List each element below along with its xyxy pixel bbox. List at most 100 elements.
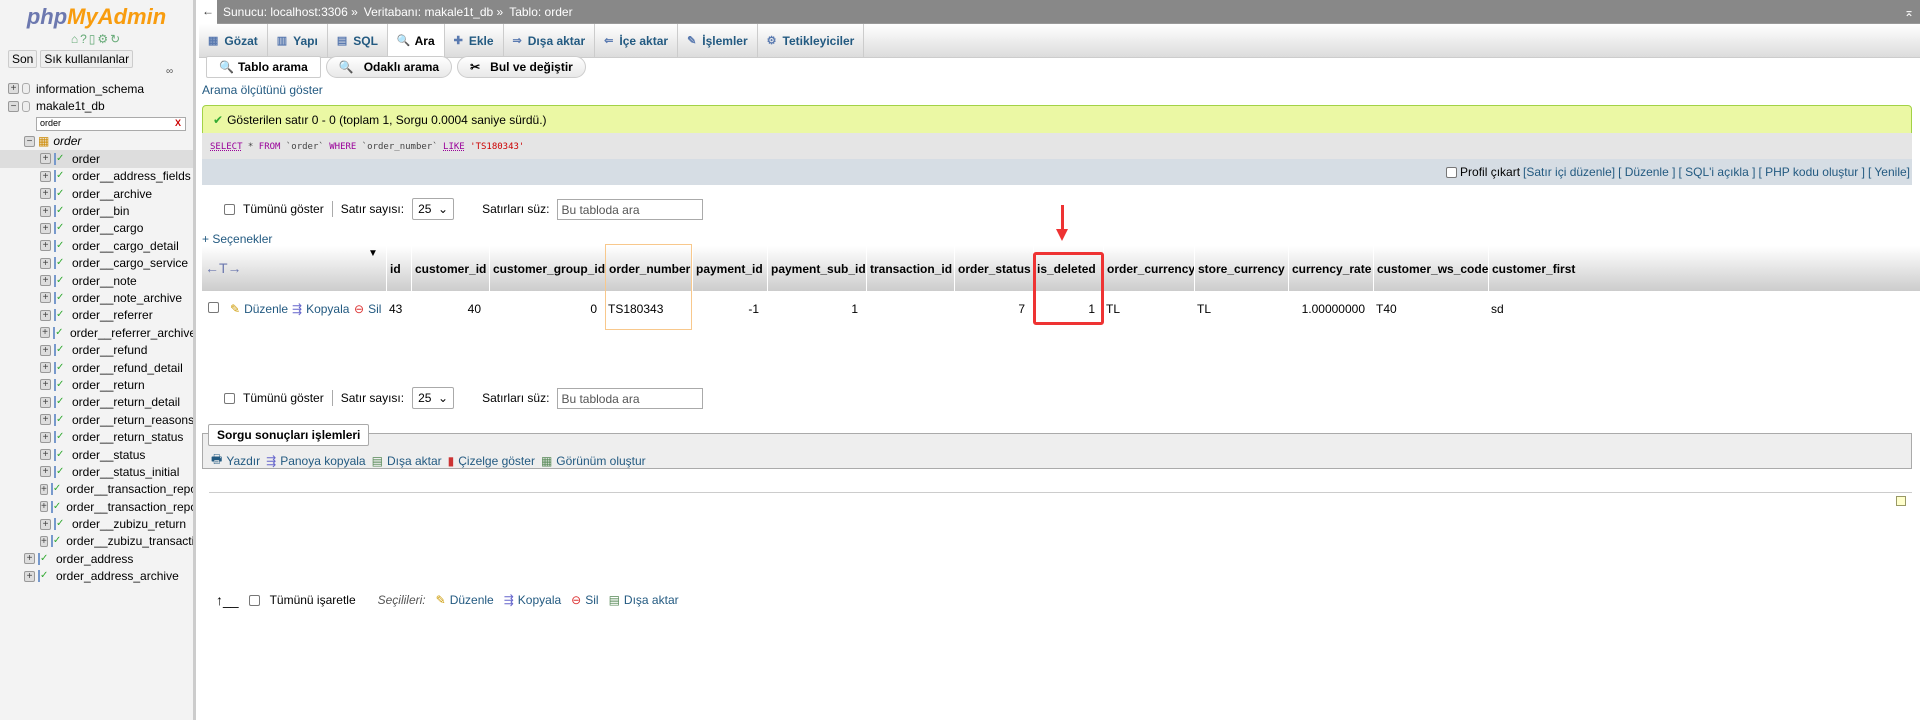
cell-order-number[interactable]: TS180343 (608, 302, 663, 316)
sidebar-table-item[interactable]: + ✓ order__return_reasons (0, 411, 193, 428)
breadcrumb-database[interactable]: Veritabanı: makale1t_db » (364, 5, 503, 19)
tab-ekle[interactable]: ✚ Ekle (445, 24, 504, 57)
collapse-icon[interactable]: − (24, 135, 35, 147)
check-all-checkbox[interactable] (248, 594, 260, 606)
tab-ara[interactable]: 🔍 Ara (387, 24, 445, 57)
tab-gözat[interactable]: ▦ Gözat (199, 24, 268, 57)
cell-customer-id[interactable]: 40 (411, 302, 481, 316)
edit-row-link[interactable]: Düzenle (244, 302, 288, 316)
db-makale1t[interactable]: − makale1t_db (0, 97, 193, 114)
tab-i̇şlemler[interactable]: ✎ İşlemler (678, 24, 758, 57)
sidebar-table-item[interactable]: + ✓ order_address_archive (0, 568, 193, 585)
cell-order-currency[interactable]: TL (1106, 302, 1120, 316)
cell-customer-group-id[interactable]: 0 (489, 302, 597, 316)
tab-i̇çe-aktar[interactable]: ⇐ İçe aktar (595, 24, 679, 57)
sidebar-table-item[interactable]: + ✓ order__cargo_detail (0, 237, 193, 254)
column-header-customer-first[interactable]: customer_first (1488, 246, 1608, 291)
expand-icon[interactable]: + (40, 327, 51, 339)
rows-select[interactable]: 25 ⌄ (412, 198, 455, 220)
expand-icon[interactable]: + (40, 362, 51, 374)
recent-button[interactable]: Son (8, 50, 38, 68)
cell-id[interactable]: 43 (389, 302, 402, 316)
expand-icon[interactable]: + (24, 570, 35, 582)
group-order[interactable]: − ▦ order (0, 133, 193, 150)
breadcrumb-server[interactable]: Sunucu: localhost:3306 » (223, 5, 358, 19)
sidebar-table-item[interactable]: + ✓ order__cargo (0, 220, 193, 237)
cell-currency-rate[interactable]: 1.00000000 (1288, 302, 1365, 316)
create-php-link[interactable]: [ PHP kodu oluştur ] (1758, 165, 1865, 179)
show-all-checkbox[interactable] (224, 203, 235, 215)
db-information-schema[interactable]: + information_schema (0, 80, 193, 97)
expand-icon[interactable]: + (40, 222, 51, 234)
show-all-checkbox[interactable] (224, 392, 235, 404)
column-header-payment-sub-id[interactable]: payment_sub_id (767, 246, 866, 291)
expand-icon[interactable]: + (40, 414, 51, 426)
cell-store-currency[interactable]: TL (1197, 302, 1211, 316)
link-icon[interactable]: ∞ (166, 66, 173, 77)
expand-icon[interactable]: + (40, 344, 51, 356)
filter-rows-input[interactable]: Bu tabloda ara (557, 387, 704, 409)
home-icon[interactable]: ⌂ (71, 32, 80, 46)
expand-icon[interactable]: + (40, 483, 48, 495)
display-chart-link[interactable]: Çizelge göster (458, 454, 535, 468)
expand-icon[interactable]: + (40, 379, 51, 391)
bulk-copy-button[interactable]: Kopyala (518, 593, 561, 607)
options-link[interactable]: + Seçenekler (202, 232, 272, 246)
cell-payment-sub-id[interactable]: 1 (767, 302, 858, 316)
explain-sql-link[interactable]: [ SQL'i açıkla ] (1678, 165, 1755, 179)
collapse-top-icon[interactable]: ⌅ (1904, 5, 1914, 19)
sort-dropdown-icon[interactable]: ▼ (368, 248, 378, 259)
expand-icon[interactable]: + (40, 170, 51, 182)
expand-icon[interactable]: + (40, 188, 51, 200)
expand-icon[interactable]: + (40, 153, 51, 165)
expand-icon[interactable]: + (40, 257, 51, 269)
tab-dışa-aktar[interactable]: ⇒ Dışa aktar (504, 24, 596, 57)
expand-icon[interactable]: + (40, 205, 51, 217)
table-filter-input[interactable]: order X (36, 116, 186, 131)
tab-yapı[interactable]: ▥ Yapı (268, 24, 328, 57)
sidebar-table-item[interactable]: + ✓ order__return_status (0, 428, 193, 445)
column-header-customer-group-id[interactable]: customer_group_id (489, 246, 605, 291)
subtab-find-replace[interactable]: ✂ Bul ve değiştir (457, 56, 586, 78)
sidebar-table-item[interactable]: + ✓ order__refund_detail (0, 359, 193, 376)
tab-sql[interactable]: ▤ SQL (328, 24, 388, 57)
edit-link[interactable]: [ Düzenle ] (1618, 165, 1675, 179)
copy-clipboard-link[interactable]: Panoya kopyala (280, 454, 365, 468)
expand-icon[interactable]: + (40, 396, 51, 408)
bulk-delete-button[interactable]: Sil (585, 593, 598, 607)
gear-icon[interactable]: ⚙ (97, 32, 110, 46)
profile-checkbox[interactable] (1446, 166, 1458, 178)
sidebar-table-item[interactable]: + ✓ order__archive (0, 185, 193, 202)
column-header-customer-id[interactable]: customer_id (411, 246, 489, 291)
phpmyadmin-logo[interactable]: phpMyAdmin (0, 4, 193, 30)
sidebar-table-item[interactable]: + ✓ order__zubizu_transaction (0, 533, 193, 550)
subtab-zoom-search[interactable]: 🔍 Odaklı arama (325, 56, 453, 78)
sidebar-table-item[interactable]: + ✓ order__referrer_archive (0, 324, 193, 341)
show-criteria-link[interactable]: Arama ölçütünü göster (202, 83, 323, 97)
sidebar-table-item[interactable]: + ✓ order_address (0, 550, 193, 567)
back-arrow-icon[interactable]: ← (199, 0, 217, 24)
row-checkbox[interactable] (208, 302, 219, 313)
reload-icon[interactable]: ↻ (110, 32, 122, 46)
column-header-store-currency[interactable]: store_currency (1194, 246, 1288, 291)
expand-icon[interactable]: + (40, 501, 48, 513)
console-icon[interactable] (1896, 496, 1906, 506)
expand-icon[interactable]: + (40, 449, 51, 460)
resize-columns-icon[interactable]: ←T→ (205, 260, 242, 276)
column-header-order-status[interactable]: order_status (954, 246, 1033, 291)
expand-icon[interactable]: + (40, 466, 51, 478)
column-header-transaction-id[interactable]: transaction_id (866, 246, 954, 291)
sidebar-table-item[interactable]: + ✓ order__address_fields (0, 168, 193, 185)
refresh-link[interactable]: [ Yenile] (1868, 165, 1910, 179)
cell-order-status[interactable]: 7 (954, 302, 1025, 316)
expand-icon[interactable]: + (40, 535, 48, 547)
inline-edit-link[interactable]: [Satır içi düzenle] (1523, 165, 1615, 179)
sidebar-table-item[interactable]: + ✓ order__note_archive (0, 289, 193, 306)
sidebar-table-item[interactable]: + ✓ order__transaction_report (0, 498, 193, 515)
tab-tetikleyiciler[interactable]: ⚙ Tetikleyiciler (758, 24, 865, 57)
delete-row-link[interactable]: Sil (368, 302, 381, 316)
help-icon[interactable]: ? (80, 32, 89, 46)
export-link[interactable]: Dışa aktar (387, 454, 442, 468)
sidebar-table-item[interactable]: + ✓ order__cargo_service (0, 255, 193, 272)
sidebar-table-item[interactable]: + ✓ order (0, 150, 193, 168)
